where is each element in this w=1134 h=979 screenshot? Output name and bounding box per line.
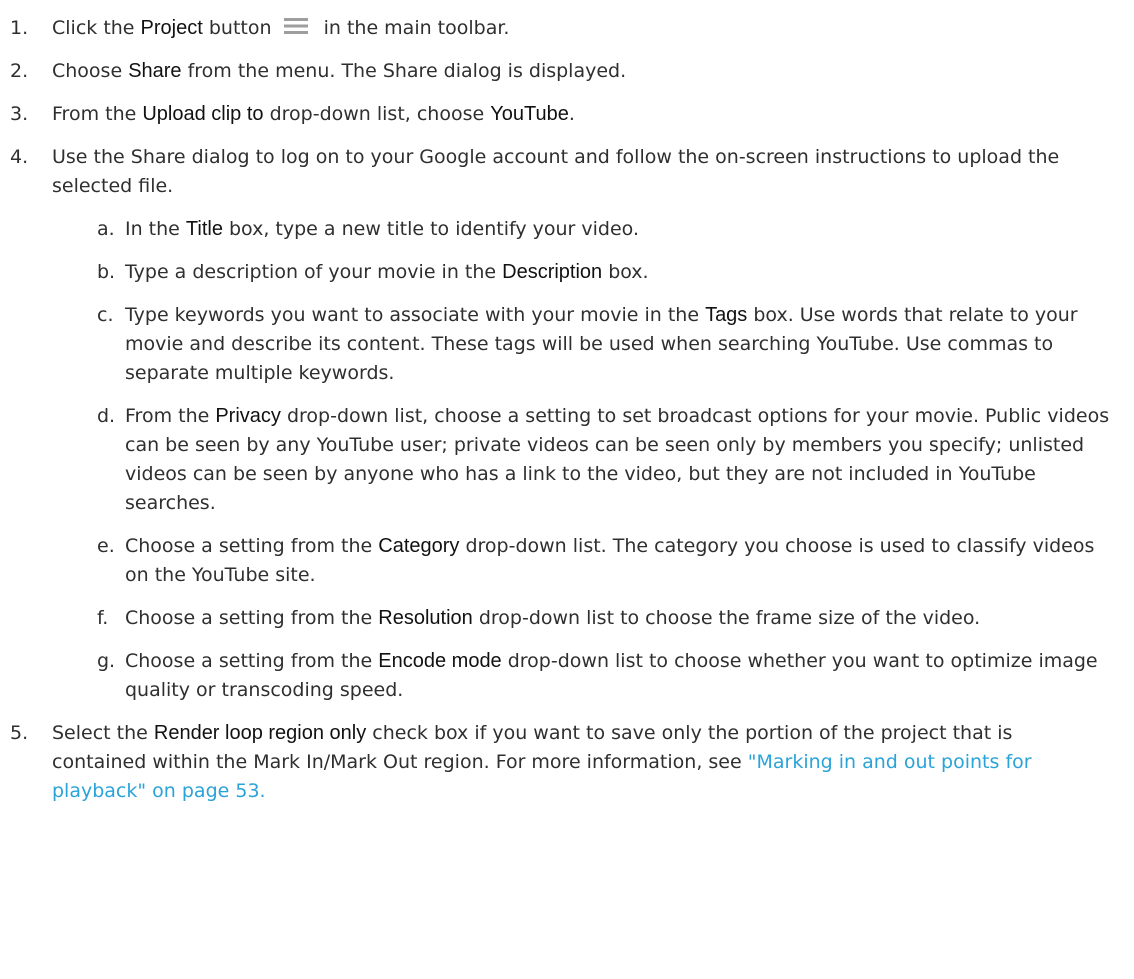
upload-clip-to-label: Upload clip to [142,103,264,125]
step-1-text-b: button [202,17,278,39]
share-menu-label: Share [128,60,182,82]
substep-b-text-a: Type a description of your movie in the [125,261,503,283]
tags-field-label: Tags [705,304,748,326]
substep-f: f. Choose a setting from the Resolution … [0,604,1115,633]
substep-letter: c. [97,304,114,326]
substep-g: g. Choose a setting from the Encode mode… [0,647,1115,705]
project-button-label: Project [140,17,203,39]
render-loop-region-checkbox-label: Render loop region only [153,722,367,744]
substep-a: a. In the Title box, type a new title to… [0,215,1115,244]
step-2-text-b: from the menu. The Share dialog is displ… [181,60,627,82]
substep-g-text-a: Choose a setting from the [125,650,379,672]
step-number: 2. [10,60,29,82]
step-3-text-a: From the [52,103,143,125]
step-2: 2. Choose Share from the menu. The Share… [0,57,1112,86]
title-field-label: Title [185,218,223,240]
step-4-text: Use the Share dialog to log on to your G… [52,146,1060,197]
encode-mode-dropdown-label: Encode mode [378,650,502,672]
substep-e-text-a: Choose a setting from the [125,535,379,557]
step-number: 1. [10,17,29,39]
substep-letter: g. [97,650,116,672]
substep-letter: e. [97,535,115,557]
substep-c-text-a: Type keywords you want to associate with… [125,304,706,326]
step-5-text-a: Select the [52,722,154,744]
substep-a-text-a: In the [125,218,186,240]
step-1-text-a: Click the [52,17,141,39]
substep-d: d. From the Privacy drop-down list, choo… [0,402,1115,518]
step-3-text-b: drop-down list, choose [263,103,491,125]
substep-b-text-b: box. [602,261,649,283]
substep-c: c. Type keywords you want to associate w… [0,301,1115,388]
substep-letter: b. [97,261,116,283]
substep-d-text-a: From the [125,405,216,427]
substep-letter: a. [97,218,115,240]
hamburger-menu-icon [283,17,308,35]
step-3: 3. From the Upload clip to drop-down lis… [0,100,1112,129]
substep-f-text-a: Choose a setting from the [125,607,379,629]
substep-letter: f. [97,607,109,629]
substep-a-text-b: box, type a new title to identify your v… [222,218,639,240]
substep-letter: d. [97,405,116,427]
step-number: 3. [10,103,29,125]
instruction-document: 1. Click the Project button in the main … [0,0,1134,802]
youtube-option-label: YouTube [490,103,569,125]
step-number: 4. [10,146,29,168]
category-dropdown-label: Category [378,535,460,557]
description-field-label: Description [502,261,603,283]
substep-e: e. Choose a setting from the Category dr… [0,532,1115,590]
substep-b: b. Type a description of your movie in t… [0,258,1115,287]
privacy-dropdown-label: Privacy [215,405,281,427]
step-3-text-c: . [568,103,575,125]
step-2-text-a: Choose [52,60,129,82]
step-4: 4. Use the Share dialog to log on to you… [0,143,1112,201]
resolution-dropdown-label: Resolution [378,607,473,629]
step-1-text-c: in the main toolbar. [317,17,510,39]
step-number: 5. [10,722,29,744]
step-1: 1. Click the Project button in the main … [0,14,1112,43]
step-5: 5. Select the Render loop region only ch… [0,719,1112,806]
substep-f-text-b: drop-down list to choose the frame size … [472,607,981,629]
